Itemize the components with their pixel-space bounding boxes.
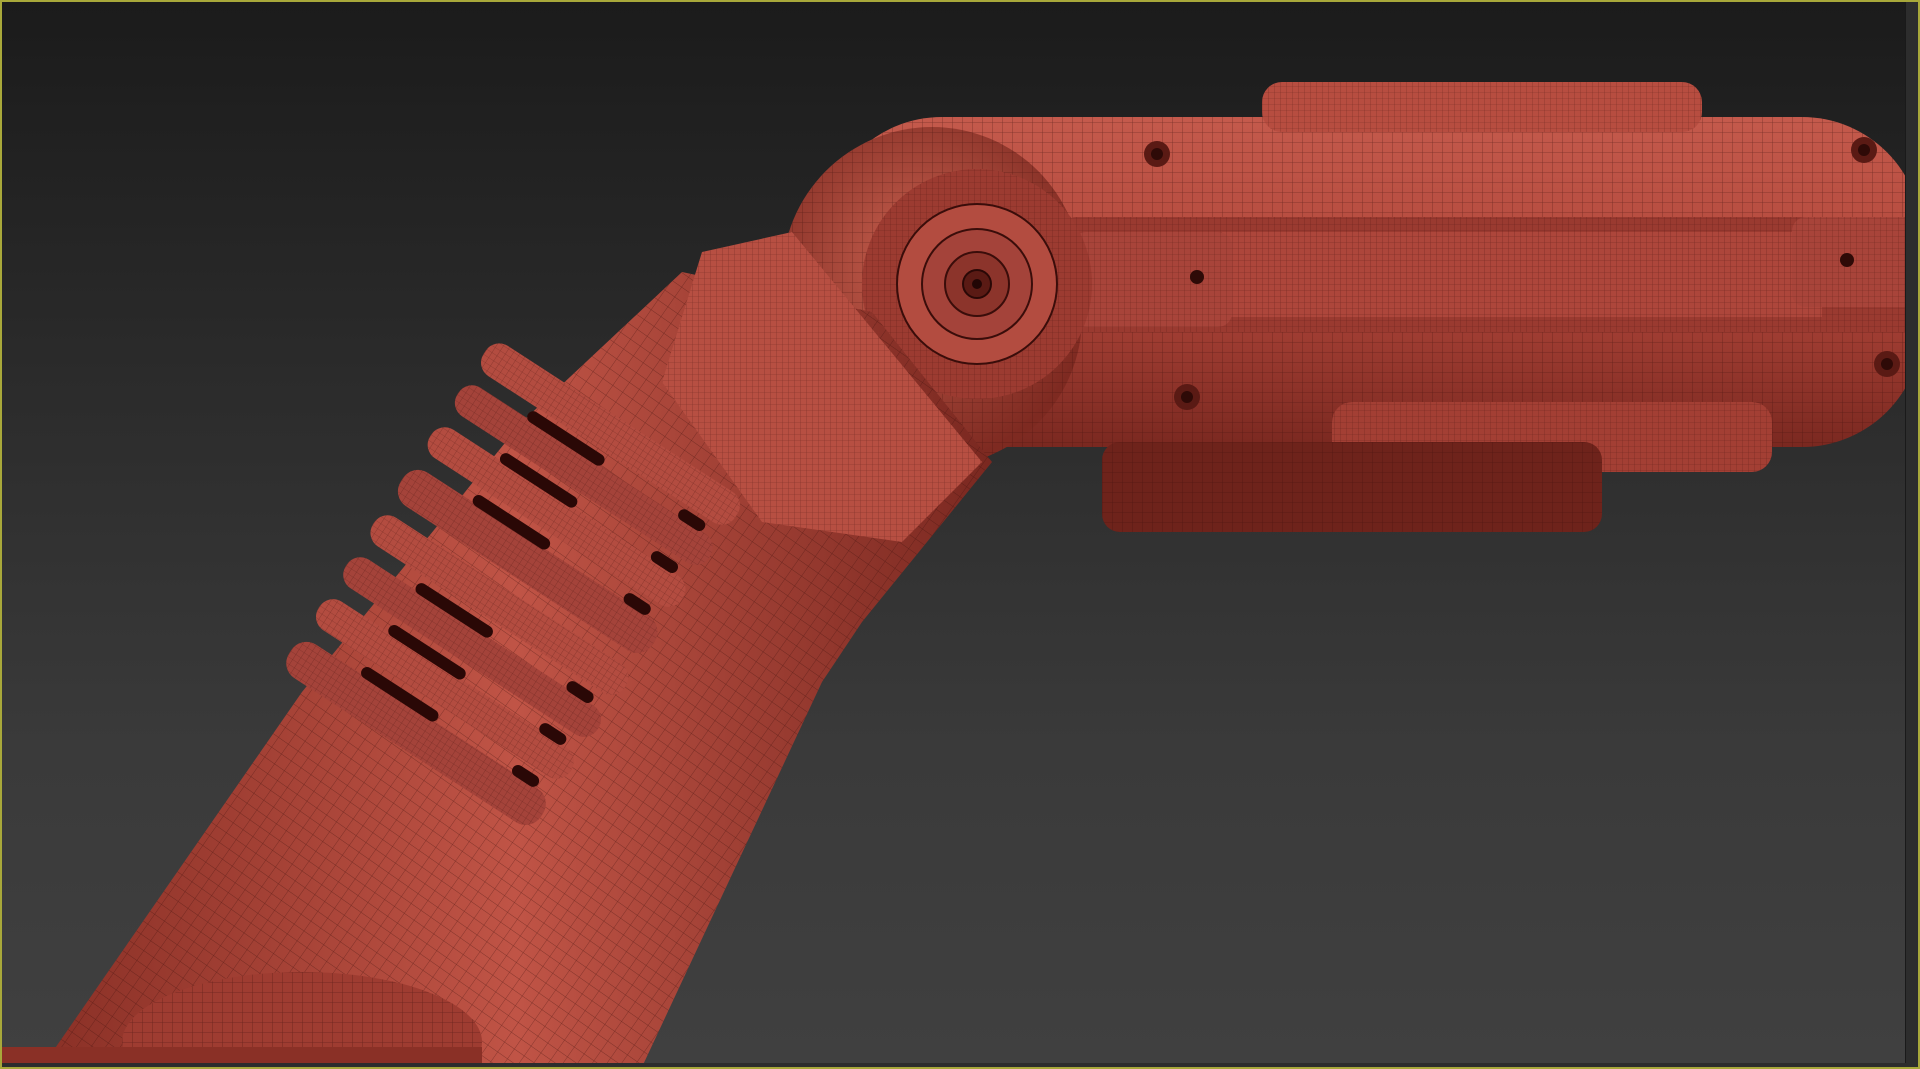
viewport-side-panel [1905,2,1918,1067]
3d-viewport[interactable] [0,0,1920,1069]
viewport-bottom-strip [2,1063,1918,1067]
robot-arm-model[interactable] [2,2,1918,1067]
base-mount[interactable] [2,972,482,1067]
